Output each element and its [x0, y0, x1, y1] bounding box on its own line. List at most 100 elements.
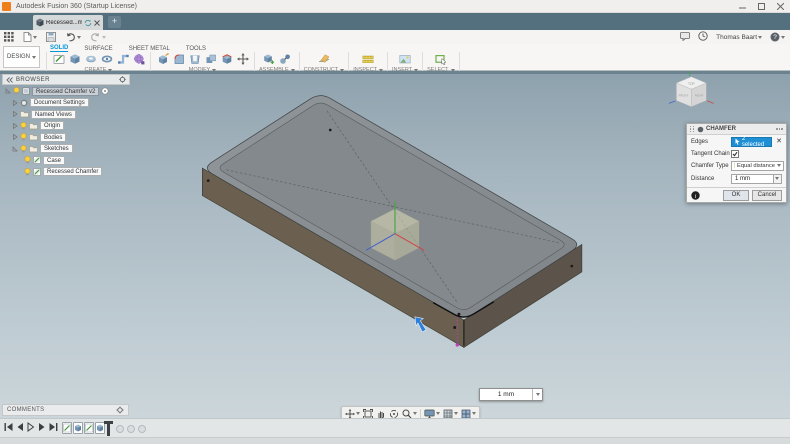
combine-icon[interactable]	[203, 52, 218, 66]
measure-icon[interactable]	[361, 52, 376, 66]
zoom-tool[interactable]	[402, 409, 417, 419]
visibility-bulb-icon[interactable]	[20, 145, 27, 153]
pipe-icon[interactable]	[115, 52, 130, 66]
step-forward-button[interactable]	[38, 422, 46, 432]
viewports-tool[interactable]	[461, 409, 476, 419]
visibility-bulb-icon[interactable]	[24, 168, 31, 176]
measurement-anchor-point[interactable]	[456, 343, 459, 346]
create-sketch-icon[interactable]	[51, 52, 66, 66]
extrude-icon[interactable]	[67, 52, 82, 66]
expand-closed-icon[interactable]	[12, 100, 18, 106]
browser-item-sketches[interactable]: Sketches	[2, 143, 130, 154]
browser-item-bodies[interactable]: Bodies	[2, 132, 130, 143]
distance-dropdown-button[interactable]	[774, 174, 782, 184]
expand-open-icon[interactable]	[12, 146, 18, 152]
info-icon[interactable]: i	[691, 191, 700, 200]
comments-panel[interactable]: COMMENTS	[2, 404, 129, 416]
visibility-bulb-icon[interactable]	[13, 87, 20, 95]
workspace-switcher[interactable]: DESIGN	[3, 46, 40, 68]
display-settings-tool[interactable]	[424, 409, 440, 419]
browser-item-label[interactable]: Origin	[40, 121, 64, 130]
orbit-tool[interactable]	[389, 409, 399, 419]
timeline-feature-extrude-1[interactable]	[73, 422, 83, 434]
offset-face-icon[interactable]	[219, 52, 234, 66]
timeline-suppressed-feature-3[interactable]	[138, 425, 146, 433]
timeline-position-marker[interactable]	[107, 421, 110, 436]
dialog-menu-icon[interactable]	[776, 128, 783, 130]
shell-icon[interactable]	[187, 52, 202, 66]
distance-value[interactable]: 1 mm	[480, 391, 532, 398]
browser-root-label[interactable]: Recessed Chamfer v2	[32, 87, 99, 96]
pan-orbit-tool[interactable]	[345, 409, 360, 419]
timeline-suppressed-feature-1[interactable]	[116, 425, 124, 433]
browser-item-sketch-recessed-chamfer[interactable]: Recessed Chamfer	[2, 166, 130, 177]
timeline-suppressed-feature-2[interactable]	[127, 425, 135, 433]
browser-item-origin[interactable]: Origin	[2, 120, 130, 131]
dialog-drag-grip-icon[interactable]	[690, 126, 695, 132]
pan-hand-tool[interactable]	[376, 409, 386, 419]
browser-item-label[interactable]: Named Views	[31, 110, 76, 119]
save-button[interactable]	[46, 32, 56, 42]
new-tab-button[interactable]: +	[108, 16, 121, 28]
select-icon[interactable]	[433, 52, 448, 66]
create-form-icon[interactable]	[131, 52, 146, 66]
construction-plane-icon[interactable]	[316, 52, 331, 66]
visibility-bulb-icon[interactable]	[20, 133, 27, 141]
play-button[interactable]	[27, 422, 35, 432]
press-pull-icon[interactable]	[155, 52, 170, 66]
collapse-panel-icon[interactable]	[6, 77, 13, 83]
document-tab[interactable]: Recessed...mfer v2*	[33, 15, 103, 30]
viewport-distance-input[interactable]: 1 mm	[479, 388, 543, 401]
revolve-icon[interactable]	[83, 52, 98, 66]
browser-item-document-settings[interactable]: Document Settings	[2, 97, 130, 108]
browser-item-label[interactable]: Bodies	[40, 133, 66, 142]
timeline-scroll-strip[interactable]	[0, 437, 790, 444]
new-component-icon[interactable]	[261, 52, 276, 66]
fit-view-tool[interactable]	[363, 409, 373, 419]
distance-flyout-button[interactable]	[532, 389, 542, 400]
timeline-feature-sketch-1[interactable]	[62, 422, 72, 434]
go-to-end-button[interactable]	[49, 422, 58, 432]
browser-item-named-views[interactable]: Named Views	[2, 109, 130, 120]
expand-open-icon[interactable]	[5, 88, 11, 94]
tab-solid[interactable]: SOLID	[50, 45, 68, 52]
step-back-button[interactable]	[16, 422, 24, 432]
edges-selection-chip[interactable]: 2 selected	[731, 137, 772, 147]
close-tab-icon[interactable]	[94, 20, 100, 26]
timeline-feature-sketch-2[interactable]	[84, 422, 94, 434]
file-menu-button[interactable]	[23, 32, 37, 42]
ok-button[interactable]: OK	[723, 190, 749, 201]
visibility-bulb-icon[interactable]	[24, 156, 31, 164]
3d-viewport[interactable]: TOP FRONT RIGHT BROWSER Recessed Chamfer…	[0, 71, 790, 418]
distance-input[interactable]: 1 mm	[731, 174, 774, 184]
cancel-button[interactable]: Cancel	[752, 190, 782, 201]
minimize-button[interactable]	[733, 0, 752, 13]
move-copy-icon[interactable]	[235, 52, 250, 66]
browser-item-label[interactable]: Recessed Chamfer	[43, 167, 102, 176]
clear-selection-icon[interactable]: ✕	[776, 138, 782, 145]
undo-button[interactable]	[65, 32, 81, 42]
activate-component-radio-icon[interactable]	[101, 87, 109, 95]
grid-snap-tool[interactable]	[443, 409, 458, 419]
comments-settings-gear-icon[interactable]	[116, 406, 124, 414]
browser-item-label[interactable]: Document Settings	[30, 98, 89, 107]
app-grid-icon[interactable]	[4, 32, 14, 42]
insert-image-icon[interactable]	[398, 52, 413, 66]
account-menu[interactable]: Thomas Baart	[716, 34, 762, 41]
help-menu[interactable]: ?	[770, 32, 785, 42]
tangent-chain-checkbox[interactable]	[731, 150, 739, 158]
expand-closed-icon[interactable]	[12, 134, 18, 140]
redo-button[interactable]	[90, 32, 106, 42]
chamfer-type-select[interactable]: Equal distance	[731, 161, 784, 171]
expand-closed-icon[interactable]	[12, 111, 18, 117]
browser-item-sketch-case[interactable]: Case	[2, 155, 130, 166]
sweep-icon[interactable]	[99, 52, 114, 66]
browser-item-label[interactable]: Case	[43, 156, 65, 165]
view-cube[interactable]: TOP FRONT RIGHT	[669, 71, 714, 107]
visibility-bulb-icon[interactable]	[20, 122, 27, 130]
browser-settings-gear-icon[interactable]	[119, 76, 126, 83]
maximize-button[interactable]	[752, 0, 771, 13]
go-to-start-button[interactable]	[4, 422, 13, 432]
browser-item-root[interactable]: Recessed Chamfer v2	[2, 86, 130, 97]
browser-item-label[interactable]: Sketches	[40, 144, 73, 153]
